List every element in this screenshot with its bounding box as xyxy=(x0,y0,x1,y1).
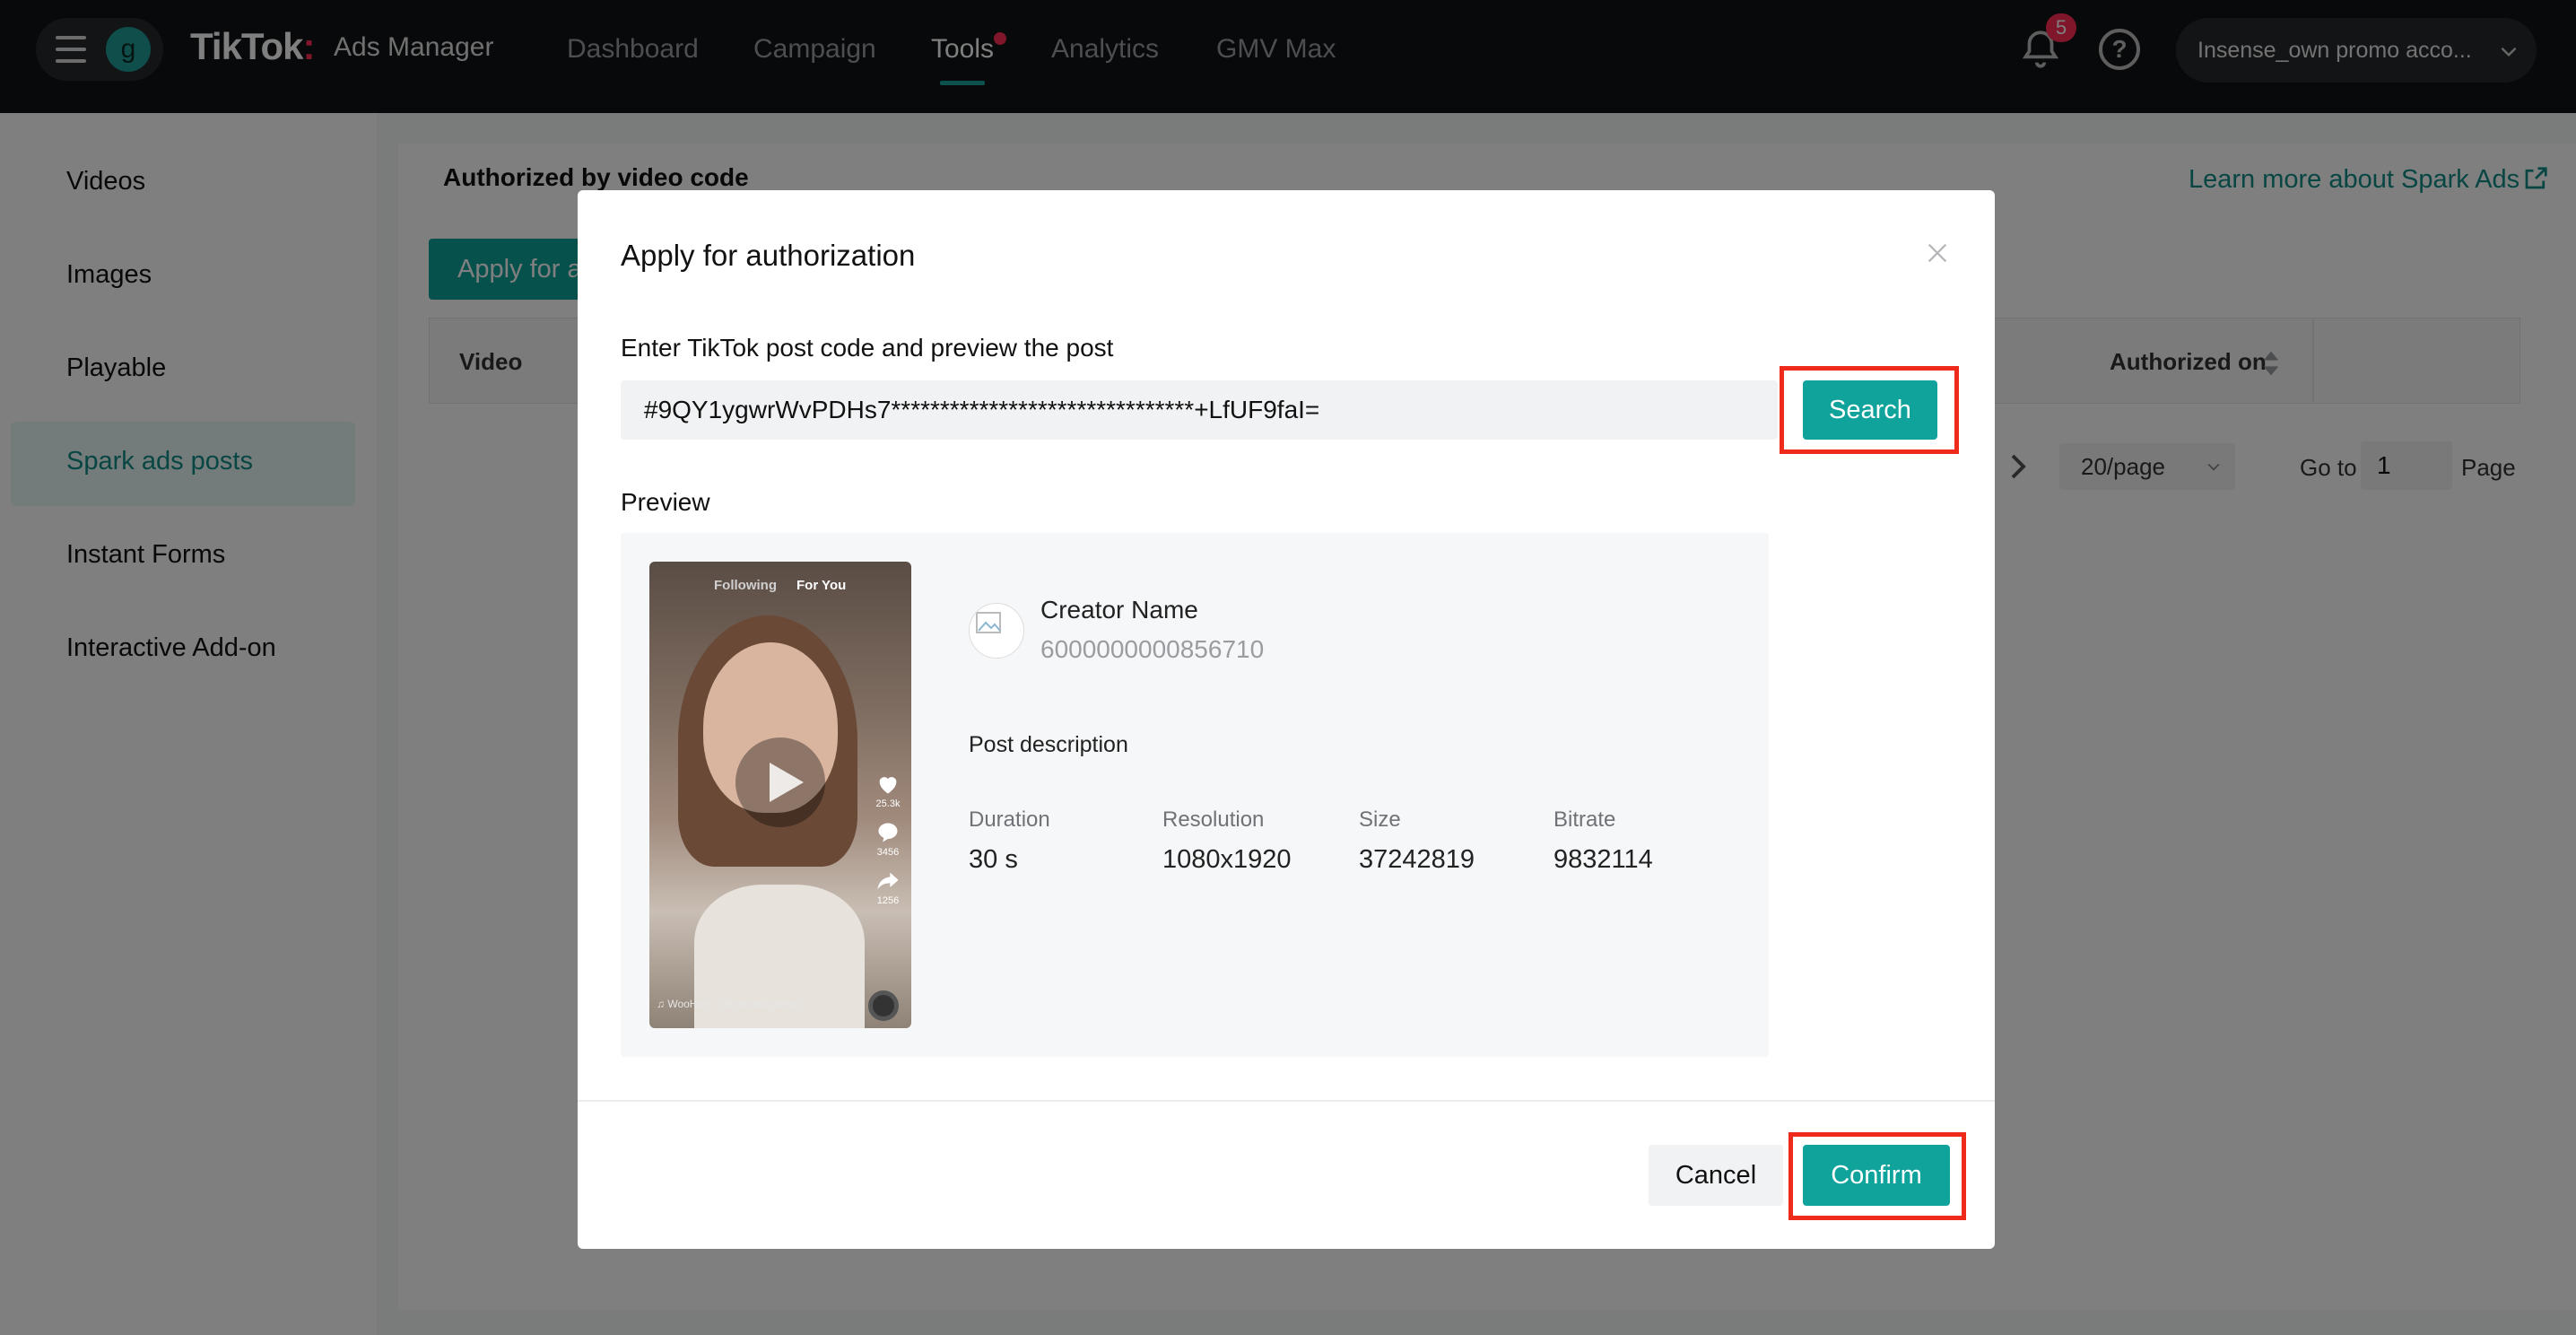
post-description-label: Post description xyxy=(969,732,1128,757)
bitrate-value: 9832114 xyxy=(1553,845,1653,874)
bitrate-label: Bitrate xyxy=(1553,807,1616,832)
post-code-input[interactable]: #9QY1ygwrWvPDHs7************************… xyxy=(621,380,1778,440)
preview-label: Preview xyxy=(621,488,710,516)
heart-icon xyxy=(879,777,897,794)
thumbnail-music-label: ♫ WooHoo · ChristinaAguilera xyxy=(657,998,801,1010)
size-label: Size xyxy=(1359,807,1401,832)
music-disc-icon xyxy=(868,990,899,1021)
creator-id: 6000000000856710 xyxy=(1040,635,1265,663)
cancel-button[interactable]: Cancel xyxy=(1649,1145,1783,1206)
duration-value: 30 s xyxy=(969,845,1018,874)
search-button-highlight xyxy=(1780,366,1959,454)
size-value: 37242819 xyxy=(1359,845,1475,874)
close-icon[interactable] xyxy=(1925,240,1950,266)
thumbnail-engagement-column: 25.3k 3456 1256 xyxy=(868,761,908,906)
video-thumbnail[interactable]: Following For You 25.3k 3456 1256 ♫ WooH… xyxy=(649,562,911,1028)
resolution-label: Resolution xyxy=(1162,807,1265,832)
resolution-value: 1080x1920 xyxy=(1162,845,1292,874)
modal-title: Apply for authorization xyxy=(621,239,916,272)
broken-image-icon xyxy=(976,612,1001,633)
comment-icon xyxy=(878,823,898,842)
share-icon xyxy=(877,872,899,890)
creator-avatar xyxy=(969,603,1024,659)
shares-count: 1256 xyxy=(876,895,900,906)
play-icon xyxy=(770,763,804,802)
thumbnail-tab-for-you: For You xyxy=(796,578,847,593)
duration-label: Duration xyxy=(969,807,1050,832)
likes-count: 25.3k xyxy=(875,798,901,809)
creator-name: Creator Name xyxy=(1040,596,1198,624)
modal-footer-divider xyxy=(578,1100,1995,1102)
post-code-label: Enter TikTok post code and preview the p… xyxy=(621,334,1114,362)
confirm-button-highlight xyxy=(1788,1132,1966,1220)
comments-count: 3456 xyxy=(876,847,900,858)
thumbnail-tab-following: Following xyxy=(714,578,777,593)
